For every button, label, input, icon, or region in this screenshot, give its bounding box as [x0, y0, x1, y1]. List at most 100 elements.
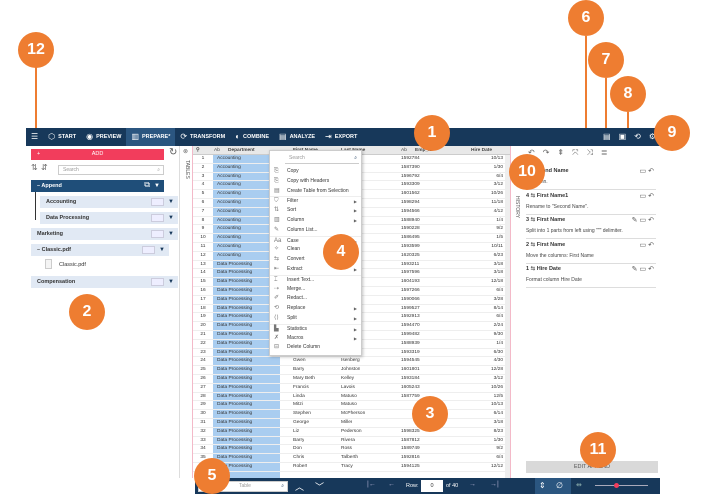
cell-emp-id[interactable]: 1594545	[401, 357, 420, 366]
zoom-slider-handle[interactable]	[614, 483, 620, 488]
menu-item-copy[interactable]: ⎘ Copy	[270, 167, 361, 177]
cell-hire-date[interactable]: 10/26	[455, 384, 503, 393]
row-number[interactable]: 7	[196, 208, 210, 217]
row-number[interactable]: 30	[196, 410, 210, 419]
expand-icon[interactable]: ⤧	[572, 148, 586, 157]
chevron-down-icon[interactable]: ▼	[168, 228, 174, 240]
cell-department[interactable]: Accounting	[217, 252, 241, 261]
row-number[interactable]: 12	[196, 252, 210, 261]
table-row[interactable]: 33 Data Processing Barry Rivera 1587812 1/30	[193, 437, 505, 446]
cell-emp-id[interactable]: 1605243	[401, 384, 420, 393]
cell-hire-date[interactable]: 2/24	[455, 322, 503, 331]
table-row[interactable]: 28 Data Processing Linda Matuso 1587759 12/5	[193, 393, 505, 402]
menu-item-redact[interactable]: ✐ Redact...	[270, 294, 361, 304]
chevron-down-icon[interactable]: ▼	[154, 180, 160, 192]
cell-emp-id[interactable]: 1620325	[401, 252, 420, 261]
cell-first-name[interactable]: Mary Beth	[293, 375, 315, 384]
cell-department[interactable]: Data Processing	[217, 401, 252, 410]
tables-search-input[interactable]: Search ⌕	[58, 165, 164, 175]
row-number[interactable]: 17	[196, 296, 210, 305]
comment-icon[interactable]: ▭	[640, 242, 649, 249]
cell-emp-id[interactable]: 1604193	[401, 278, 420, 287]
cell-last-name[interactable]: Isenberg	[341, 357, 360, 366]
comment-icon[interactable]: ▭	[640, 168, 649, 175]
cell-last-name[interactable]: Talberth	[341, 454, 358, 463]
tab-analyze[interactable]: ▤ ANALYZE	[274, 128, 320, 146]
menu-button[interactable]: ☰	[26, 128, 43, 146]
cell-emp-id[interactable]: 1588939	[401, 340, 420, 349]
cell-emp-id[interactable]: 1593184	[401, 375, 420, 384]
cell-last-name[interactable]: Kelley	[341, 375, 354, 384]
cell-hire-date[interactable]: 9/2	[455, 225, 503, 234]
row-number[interactable]: 27	[196, 384, 210, 393]
cell-hire-date[interactable]: 12/5	[455, 393, 503, 402]
cell-emp-id[interactable]: 1593319	[401, 349, 420, 358]
cell-department[interactable]: Data Processing	[217, 313, 252, 322]
cell-hire-date[interactable]: 11/18	[455, 199, 503, 208]
table-item-accounting[interactable]: Accounting ▼	[40, 196, 178, 208]
row-number[interactable]: 9	[196, 225, 210, 234]
cell-department[interactable]: Data Processing	[217, 331, 252, 340]
cell-first-name[interactable]: Linda	[293, 393, 305, 402]
tab-combine[interactable]: ◐ COMBINE	[230, 128, 274, 146]
cell-department[interactable]: Data Processing	[217, 384, 252, 393]
row-number[interactable]: 16	[196, 287, 210, 296]
cell-first-name[interactable]: Barry	[293, 437, 304, 446]
history-item[interactable]: ⇆ Second Namea column.▭↶	[526, 166, 656, 190]
chevron-up-icon[interactable]: ︿	[295, 480, 304, 493]
table-row[interactable]: 27 Data Processing Francis Lavois 1605243 10/…	[193, 384, 505, 393]
cell-emp-id[interactable]: 1601801	[401, 366, 420, 375]
cell-last-name[interactable]: Matuso	[341, 393, 357, 402]
undo-step-icon[interactable]: ↶	[648, 217, 656, 224]
menu-item-split[interactable]: ⟨⟩ Split ▶	[270, 314, 361, 324]
table-row[interactable]: 32 Data Processing Liz Pederson 1598325 8/23	[193, 428, 505, 437]
table-item-append[interactable]: – Append ▼ ⧉	[31, 180, 164, 192]
row-number[interactable]: 2	[196, 164, 210, 173]
cell-department[interactable]: Data Processing	[217, 410, 252, 419]
column-width-icon[interactable]: ⇹	[576, 481, 582, 489]
table-info-icon[interactable]: ▤	[603, 133, 611, 141]
cell-hire-date[interactable]: 10/13	[455, 155, 503, 164]
row-number[interactable]: 32	[196, 428, 210, 437]
cell-first-name[interactable]: Chris	[293, 454, 304, 463]
menu-item-merge[interactable]: ⇢ Merge...	[270, 285, 361, 295]
menu-item-macros[interactable]: ✗ Macros ▶	[270, 334, 361, 344]
edit-icon[interactable]: ✎	[632, 217, 640, 224]
cell-hire-date[interactable]: 6/4	[455, 454, 503, 463]
cell-hire-date[interactable]: 9/2	[455, 445, 503, 454]
prev-row-icon[interactable]: ←	[388, 481, 395, 488]
header-hire-date[interactable]: Hire Date	[471, 146, 492, 155]
cell-hire-date[interactable]: 12/28	[455, 366, 503, 375]
cell-emp-id[interactable]: 1596792	[401, 173, 420, 182]
cell-department[interactable]: Data Processing	[217, 305, 252, 314]
cell-hire-date[interactable]: 8/23	[455, 428, 503, 437]
table-item-marketing[interactable]: Marketing ▼	[31, 228, 178, 240]
menu-item-filter[interactable]: ⛉ Filter ▶	[270, 196, 361, 206]
row-number[interactable]: 25	[196, 366, 210, 375]
cell-hire-date[interactable]: 12/12	[455, 463, 503, 472]
cell-emp-id[interactable]: 1598294	[401, 199, 420, 208]
cell-hire-date[interactable]: 1/30	[455, 164, 503, 173]
table-row[interactable]: 25 Data Processing Barry Johnston 1601801 12/…	[193, 366, 505, 375]
row-number[interactable]: 26	[196, 375, 210, 384]
cell-department[interactable]: Data Processing	[217, 437, 252, 446]
cell-emp-id[interactable]: 1594470	[401, 322, 420, 331]
menu-item-copy-with-headers[interactable]: ⎘ Copy with Headers	[270, 177, 361, 187]
cell-hire-date[interactable]: 8/14	[455, 305, 503, 314]
cell-department[interactable]: Accounting	[217, 243, 241, 252]
cell-last-name[interactable]: Tracy	[341, 463, 353, 472]
cell-emp-id[interactable]: 1592784	[401, 155, 420, 164]
collapse-icon[interactable]: ⊗	[183, 148, 188, 155]
edit-icon[interactable]: ✎	[632, 266, 640, 273]
refresh-data-icon[interactable]: ⟲	[634, 133, 641, 141]
cell-emp-id[interactable]: 1592816	[401, 454, 420, 463]
tables-strip[interactable]: ⊗ TABLES	[180, 146, 193, 478]
undo-step-icon[interactable]: ↶	[648, 242, 656, 249]
cell-department[interactable]: Accounting	[217, 181, 241, 190]
undo-step-icon[interactable]: ↶	[648, 168, 656, 175]
table-item-data-processing[interactable]: Data Processing ▼	[40, 212, 178, 224]
comment-icon[interactable]: ▭	[640, 193, 649, 200]
history-item[interactable]: 2 ⇆ First Name Move the columns: First Na…	[526, 240, 656, 264]
cell-department[interactable]: Data Processing	[217, 261, 252, 270]
menu-item-delete-column[interactable]: ⊟ Delete Column	[270, 343, 361, 353]
